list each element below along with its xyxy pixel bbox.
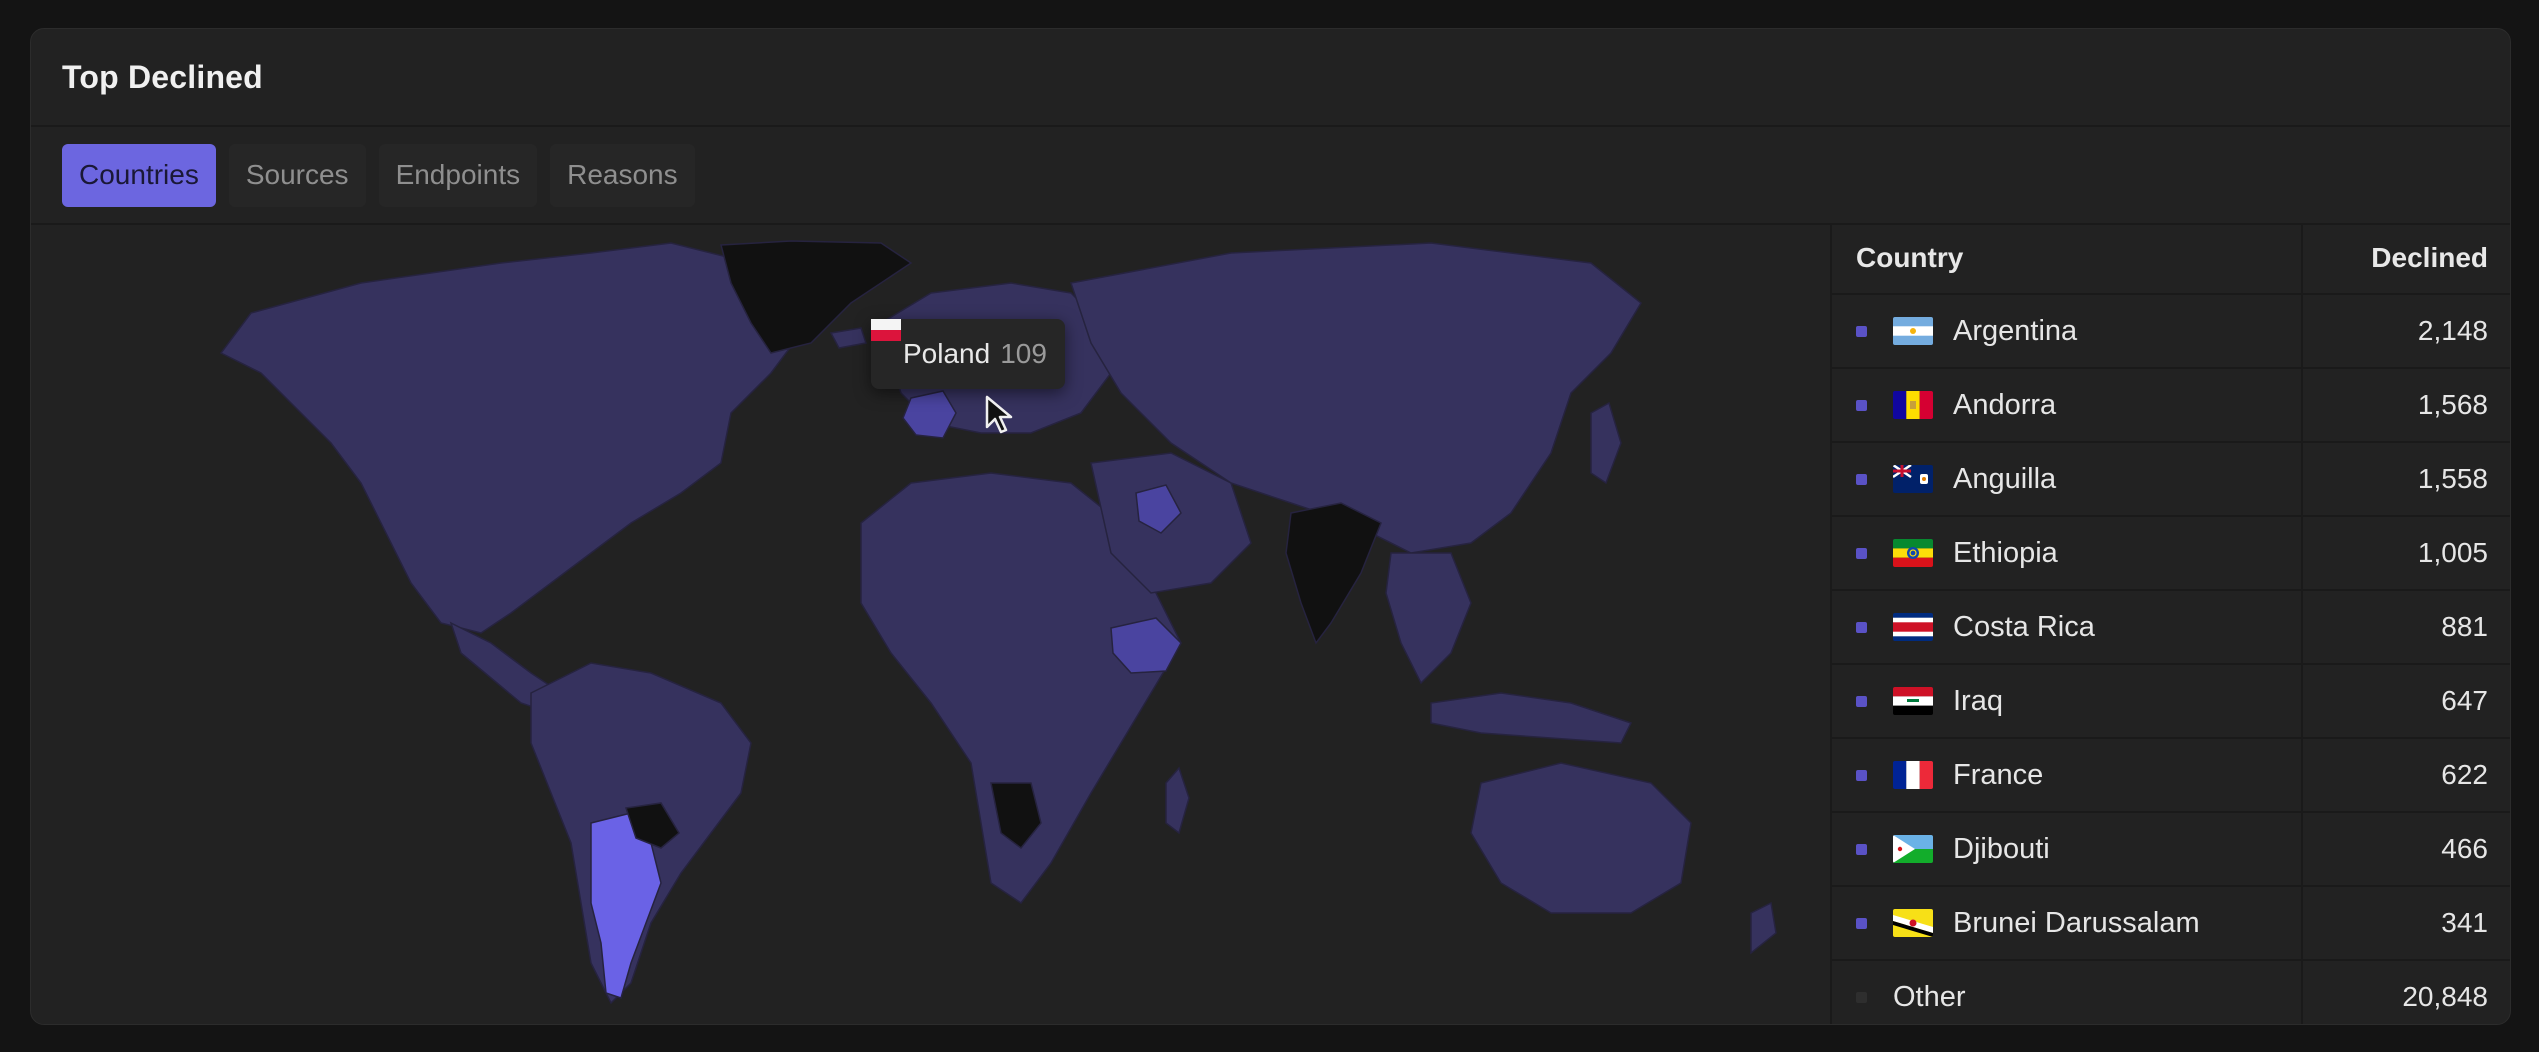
row-country: Iraq: [1953, 684, 2003, 717]
series-dot: [1856, 325, 1867, 337]
tooltip-value: 109: [1000, 338, 1047, 369]
row-country: Ethiopia: [1953, 536, 2058, 569]
row-country: Brunei Darussalam: [1953, 906, 2200, 939]
row-declined: 2,148: [2417, 315, 2488, 346]
tab-countries[interactable]: Countries: [62, 143, 216, 207]
region-southeast-asia[interactable]: [1385, 552, 1472, 685]
table-header: Country Declined: [1832, 223, 2510, 295]
series-dot: [1856, 769, 1867, 781]
series-dot: [1856, 473, 1867, 485]
table-row[interactable]: Anguilla 1,558: [1832, 443, 2510, 517]
series-dot: [1856, 547, 1867, 559]
costa-rica-flag-icon: [1893, 613, 1933, 641]
tab-bar: Countries Sources Endpoints Reasons: [31, 127, 2510, 225]
row-country: Other: [1893, 980, 1966, 1013]
table-row[interactable]: Andorra 1,568: [1832, 369, 2510, 443]
argentina-flag-icon: [1893, 317, 1933, 345]
world-map[interactable]: Poland 109: [31, 223, 1830, 1024]
row-country: Djibouti: [1953, 832, 2050, 865]
row-declined: 1,558: [2417, 463, 2488, 494]
region-australia[interactable]: [1470, 762, 1692, 914]
table-row-other[interactable]: Other 20,848: [1832, 961, 2510, 1024]
table-row[interactable]: Argentina 2,148: [1832, 295, 2510, 369]
table-row[interactable]: Djibouti 466: [1832, 813, 2510, 887]
row-country: Costa Rica: [1953, 610, 2095, 643]
tab-reasons[interactable]: Reasons: [550, 143, 695, 207]
map-tooltip: Poland 109: [871, 319, 1065, 389]
series-dot: [1856, 399, 1867, 411]
column-header-country[interactable]: Country: [1832, 223, 2303, 293]
tab-endpoints[interactable]: Endpoints: [378, 143, 538, 207]
brunei-flag-icon: [1893, 909, 1933, 937]
anguilla-flag-icon: [1893, 465, 1933, 493]
region-india[interactable]: [1285, 502, 1382, 645]
row-country: France: [1953, 758, 2044, 791]
series-dot: [1856, 695, 1867, 707]
row-declined: 881: [2441, 611, 2488, 642]
table-row[interactable]: Costa Rica 881: [1832, 591, 2510, 665]
top-declined-card: Top Declined Countries Sources Endpoints…: [30, 28, 2511, 1025]
row-declined: 1,568: [2417, 389, 2488, 420]
tooltip-country: Poland: [903, 338, 991, 369]
card-content: Poland 109 Country Declined Argentina 2,…: [31, 223, 2510, 1024]
row-country: Argentina: [1953, 314, 2078, 347]
row-declined: 341: [2441, 907, 2488, 938]
row-declined: 20,848: [2402, 981, 2488, 1012]
series-dot: [1856, 621, 1867, 633]
row-declined: 1,005: [2417, 537, 2488, 568]
card-header: Top Declined: [31, 29, 2510, 127]
region-madagascar[interactable]: [1165, 766, 1190, 835]
series-dot: [1856, 991, 1867, 1003]
table-row[interactable]: France 622: [1832, 739, 2510, 813]
card-title: Top Declined: [62, 58, 263, 95]
row-declined: 622: [2441, 759, 2488, 790]
row-country: Anguilla: [1953, 462, 2057, 495]
row-country: Andorra: [1953, 388, 2057, 421]
row-declined: 466: [2441, 833, 2488, 864]
declined-table: Country Declined Argentina 2,148 Andorra…: [1830, 223, 2510, 1024]
table-row[interactable]: Brunei Darussalam 341: [1832, 887, 2510, 961]
andorra-flag-icon: [1893, 391, 1933, 419]
table-row[interactable]: Ethiopia 1,005: [1832, 517, 2510, 591]
table-row[interactable]: Iraq 647: [1832, 665, 2510, 739]
tab-sources[interactable]: Sources: [228, 143, 366, 207]
series-dot: [1856, 843, 1867, 855]
row-declined: 647: [2441, 685, 2488, 716]
region-japan[interactable]: [1590, 401, 1622, 485]
region-iceland[interactable]: [829, 327, 867, 349]
column-header-declined[interactable]: Declined: [2303, 223, 2510, 293]
iraq-flag-icon: [1893, 687, 1933, 715]
region-new-zealand[interactable]: [1750, 901, 1777, 955]
region-indonesia[interactable]: [1430, 692, 1633, 744]
series-dot: [1856, 917, 1867, 929]
djibouti-flag-icon: [1893, 835, 1933, 863]
france-flag-icon: [1893, 761, 1933, 789]
ethiopia-flag-icon: [1893, 539, 1933, 567]
